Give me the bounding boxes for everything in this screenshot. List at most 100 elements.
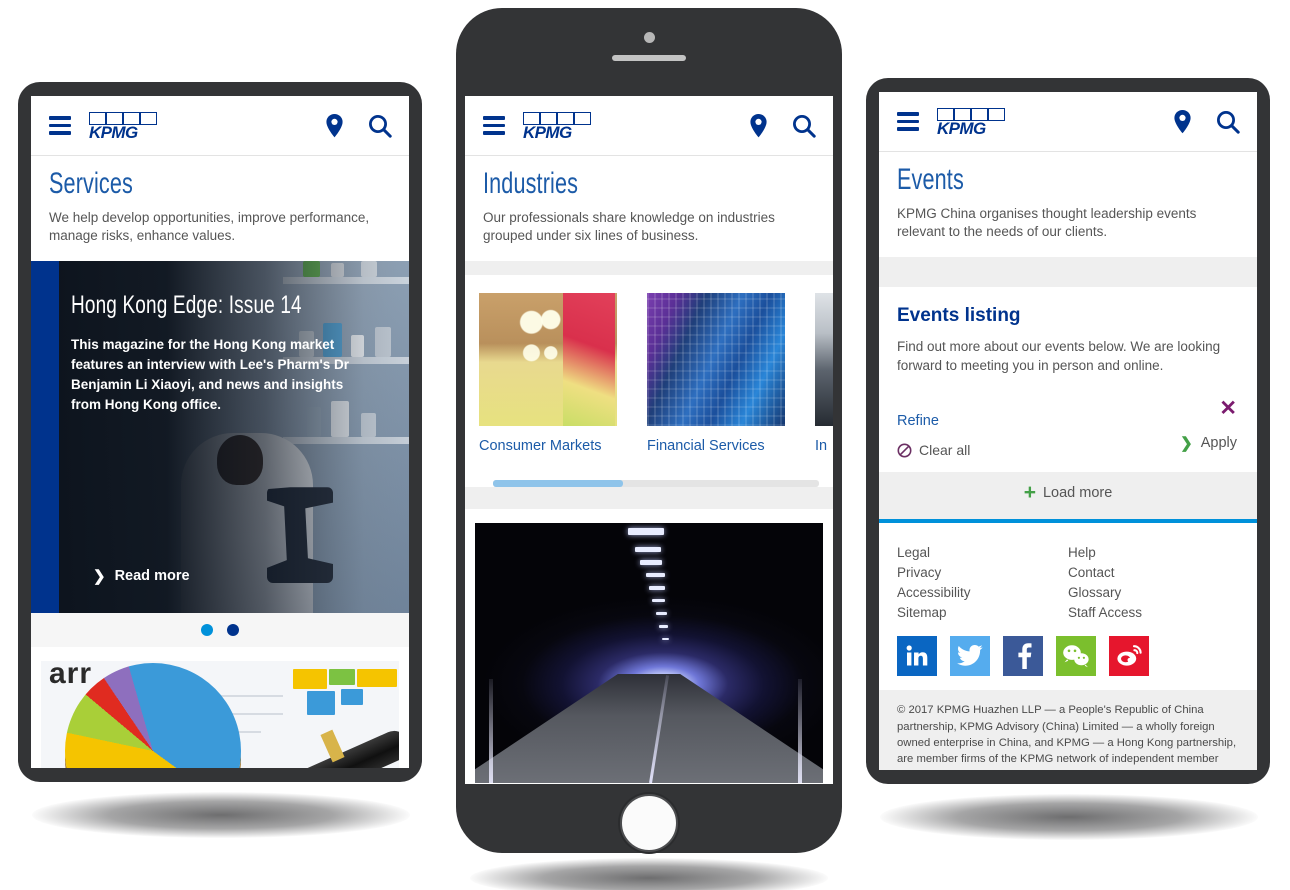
phone-screen: KPMG Industries Our professionals share … bbox=[465, 96, 833, 784]
phone-shadow bbox=[470, 858, 828, 890]
search-icon[interactable] bbox=[367, 113, 393, 139]
events-listing-body: Find out more about our events below. We… bbox=[897, 339, 1221, 374]
wechat-icon[interactable] bbox=[1056, 636, 1096, 677]
load-more-band: + Load more bbox=[879, 472, 1257, 519]
tablet-events-screen: KPMG Events KPMG China organises thought… bbox=[879, 92, 1257, 770]
search-icon[interactable] bbox=[791, 113, 817, 139]
location-pin-icon[interactable] bbox=[324, 113, 345, 139]
footer-column-left: Legal Privacy Accessibility Sitemap bbox=[897, 543, 1068, 622]
load-more-button[interactable]: + Load more bbox=[879, 482, 1257, 503]
twitter-icon[interactable] bbox=[950, 636, 990, 677]
footer-link-help[interactable]: Help bbox=[1068, 543, 1239, 563]
hero-title: Hong Kong Edge: Issue 14 bbox=[71, 291, 302, 320]
page-description: We help develop opportunities, improve p… bbox=[49, 209, 370, 243]
linkedin-icon[interactable] bbox=[897, 636, 937, 677]
tablet-events-shadow bbox=[880, 794, 1258, 840]
page-description: KPMG China organises thought leadership … bbox=[897, 205, 1197, 239]
hero-accent-bar bbox=[31, 261, 59, 614]
hero-carousel-slide[interactable]: Hong Kong Edge: Issue 14 This magazine f… bbox=[31, 261, 409, 614]
site-footer: Legal Privacy Accessibility Sitemap Help… bbox=[879, 523, 1257, 691]
page-description: Our professionals share knowledge on ind… bbox=[483, 209, 775, 243]
site-header: KPMG bbox=[465, 96, 833, 156]
card-image bbox=[815, 293, 833, 427]
kpmg-logo[interactable]: KPMG bbox=[88, 111, 162, 141]
card-label[interactable]: Financial Services bbox=[647, 438, 785, 454]
carousel-scrollbar-thumb[interactable] bbox=[493, 480, 624, 488]
footer-link-privacy[interactable]: Privacy bbox=[897, 563, 1068, 583]
section-divider-band bbox=[465, 261, 833, 276]
page-title: Services bbox=[49, 167, 133, 200]
site-services: KPMG Services We help develop opportunit… bbox=[31, 96, 409, 768]
footer-link-glossary[interactable]: Glossary bbox=[1068, 583, 1239, 603]
section-divider-band bbox=[465, 487, 833, 510]
footer-link-sitemap[interactable]: Sitemap bbox=[897, 603, 1068, 623]
location-pin-icon[interactable] bbox=[748, 113, 769, 139]
feature-image-tunnel[interactable] bbox=[475, 523, 823, 784]
secondary-image[interactable]: arr bbox=[41, 661, 399, 768]
apply-button[interactable]: ❯ Apply bbox=[1180, 434, 1237, 452]
device-tablet-services: KPMG Services We help develop opportunit… bbox=[18, 82, 422, 782]
refine-link[interactable]: Refine bbox=[897, 413, 939, 429]
site-header: KPMG bbox=[31, 96, 409, 156]
device-tablet-events: KPMG Events KPMG China organises thought… bbox=[866, 78, 1270, 784]
carousel-scrollbar[interactable] bbox=[493, 480, 819, 488]
close-x-icon[interactable]: ✕ bbox=[1219, 398, 1237, 419]
load-more-label: Load more bbox=[1042, 484, 1113, 501]
footer-link-contact[interactable]: Contact bbox=[1068, 563, 1239, 583]
front-camera-icon bbox=[643, 32, 655, 43]
kpmg-logo[interactable]: KPMG bbox=[522, 111, 596, 141]
carousel-dot-1[interactable] bbox=[201, 624, 213, 637]
site-header: KPMG bbox=[879, 92, 1257, 152]
card-image bbox=[479, 293, 617, 427]
page-title: Industries bbox=[483, 167, 579, 200]
carousel-dots bbox=[31, 613, 409, 648]
site-events: KPMG Events KPMG China organises thought… bbox=[879, 92, 1257, 770]
footer-column-right: Help Contact Glossary Staff Access bbox=[1068, 543, 1239, 622]
no-entry-icon bbox=[897, 443, 912, 457]
events-intro: Events KPMG China organises thought lead… bbox=[879, 152, 1257, 258]
card-label[interactable]: In bbox=[815, 438, 833, 454]
tablet-services-screen: KPMG Services We help develop opportunit… bbox=[31, 96, 409, 768]
carousel-dot-2[interactable] bbox=[227, 624, 239, 637]
events-listing-panel: Events listing Find out more about our e… bbox=[879, 287, 1257, 472]
hero-content: Hong Kong Edge: Issue 14 This magazine f… bbox=[71, 291, 383, 414]
clear-all-label: Clear all bbox=[919, 442, 971, 458]
filter-actions-row: Clear all ❯ Apply bbox=[897, 435, 1239, 472]
facebook-icon[interactable] bbox=[1003, 636, 1043, 677]
industry-cards: Consumer Markets Financial Services In bbox=[479, 293, 833, 454]
plus-icon: + bbox=[1023, 481, 1036, 504]
hamburger-menu-icon[interactable] bbox=[897, 112, 919, 131]
home-button[interactable] bbox=[620, 794, 678, 852]
social-links bbox=[897, 636, 1239, 677]
card-label[interactable]: Consumer Markets bbox=[479, 438, 617, 454]
svg-text:KPMG: KPMG bbox=[523, 123, 572, 141]
device-phone-industries: KPMG Industries Our professionals share … bbox=[456, 8, 842, 853]
industry-card[interactable]: Consumer Markets bbox=[479, 293, 617, 454]
read-more-link[interactable]: ❯ Read more bbox=[93, 567, 190, 585]
svg-text:KPMG: KPMG bbox=[937, 119, 986, 137]
chevron-right-icon: ❯ bbox=[1180, 435, 1193, 452]
svg-text:KPMG: KPMG bbox=[89, 123, 138, 141]
clear-all-button[interactable]: Clear all bbox=[897, 442, 970, 458]
screenshot-stage: KPMG Services We help develop opportunit… bbox=[0, 0, 1290, 890]
footer-link-accessibility[interactable]: Accessibility bbox=[897, 583, 1068, 603]
industry-cards-carousel[interactable]: Consumer Markets Financial Services In bbox=[465, 275, 833, 488]
search-icon[interactable] bbox=[1215, 109, 1241, 135]
industry-card[interactable]: In bbox=[815, 293, 833, 454]
page-title: Events bbox=[897, 163, 964, 196]
chevron-right-icon: ❯ bbox=[93, 568, 106, 586]
footer-link-columns: Legal Privacy Accessibility Sitemap Help… bbox=[897, 543, 1239, 622]
events-listing-heading: Events listing bbox=[897, 305, 1021, 327]
location-pin-icon[interactable] bbox=[1172, 109, 1193, 135]
card-image bbox=[647, 293, 785, 427]
footer-link-legal[interactable]: Legal bbox=[897, 543, 1068, 563]
hero-body-text: This magazine for the Hong Kong market f… bbox=[71, 337, 350, 412]
industry-card[interactable]: Financial Services bbox=[647, 293, 785, 454]
hamburger-menu-icon[interactable] bbox=[49, 116, 71, 135]
kpmg-logo[interactable]: KPMG bbox=[936, 107, 1010, 137]
footer-link-staff-access[interactable]: Staff Access bbox=[1068, 603, 1239, 623]
weibo-icon[interactable] bbox=[1109, 636, 1149, 677]
section-divider-band bbox=[879, 257, 1257, 288]
hamburger-menu-icon[interactable] bbox=[483, 116, 505, 135]
site-industries: KPMG Industries Our professionals share … bbox=[465, 96, 833, 784]
